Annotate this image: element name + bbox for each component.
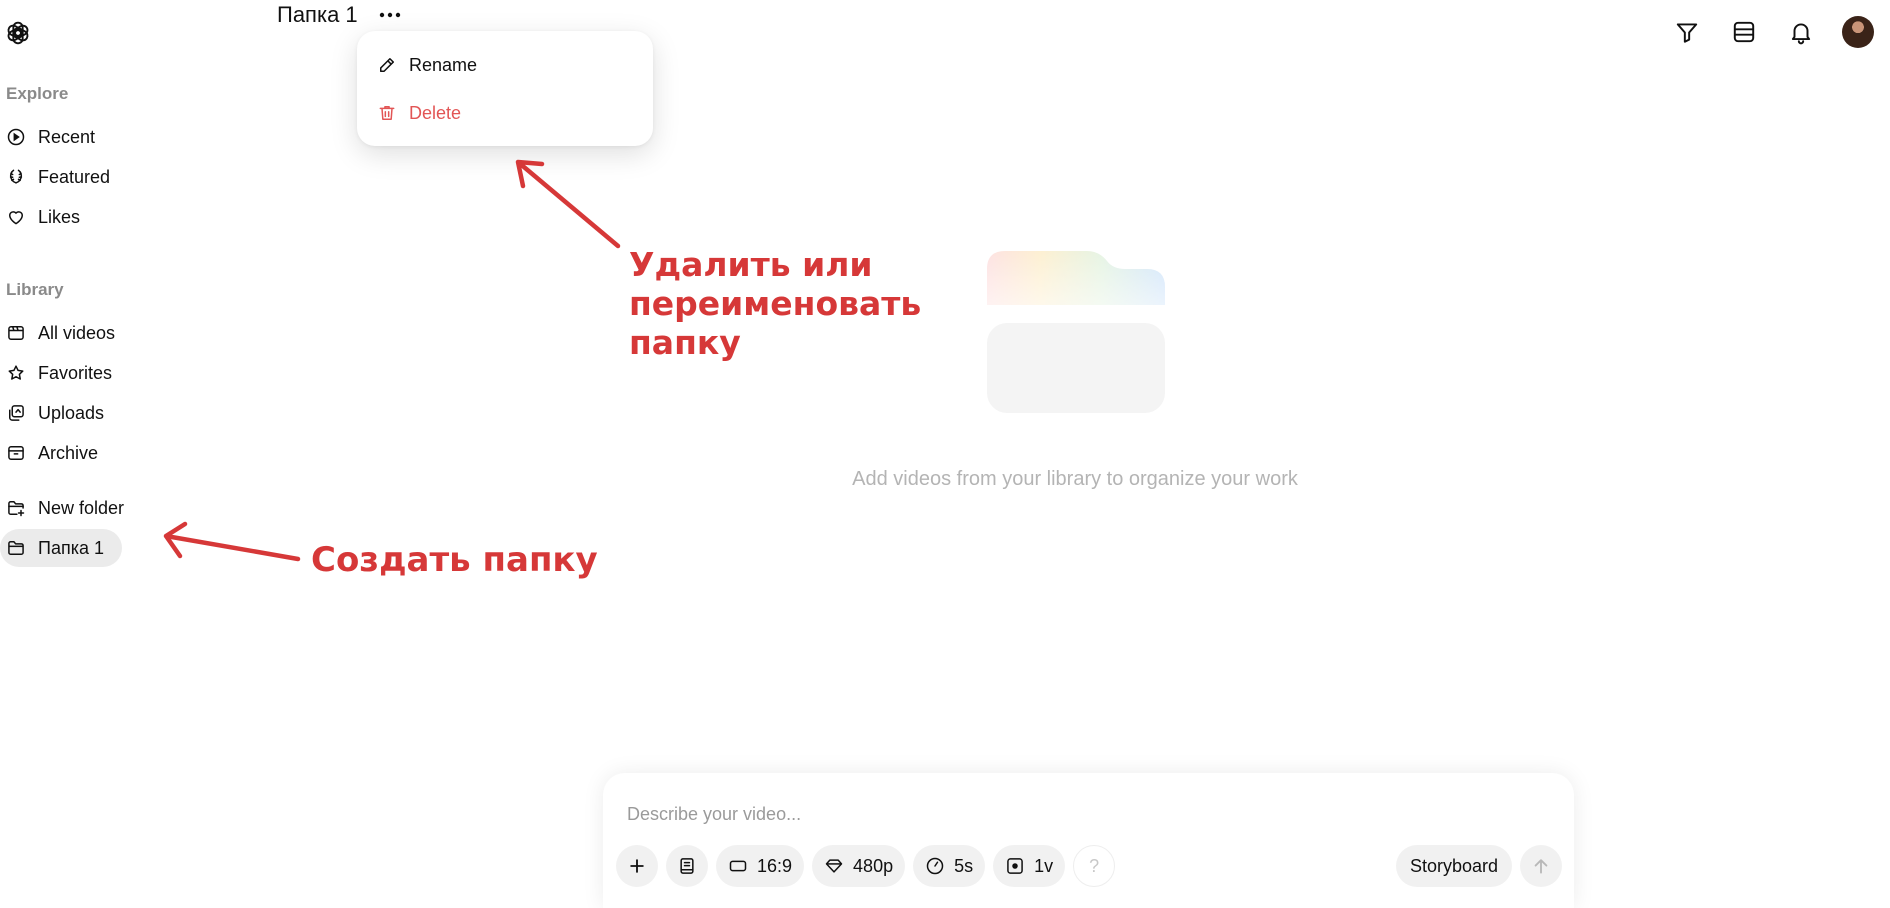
annotation-line: папку <box>629 322 741 362</box>
sidebar-item-label: Featured <box>38 166 111 187</box>
annotation-line: Удалить или <box>629 245 873 284</box>
bell-icon <box>1791 23 1811 45</box>
sidebar-item-label: All videos <box>38 322 116 343</box>
sidebar-item-archive[interactable]: Archive <box>0 434 116 472</box>
prompt-input[interactable] <box>627 799 1527 829</box>
storyboard-button[interactable]: Storyboard <box>1395 845 1512 887</box>
aspect-ratio-selector[interactable]: 16:9 <box>716 845 805 887</box>
composer-actions: Storyboard <box>1395 845 1562 887</box>
presets-button[interactable] <box>666 845 708 887</box>
variations-icon <box>1007 858 1023 874</box>
empty-folder-illustration <box>987 251 1165 413</box>
add-media-button[interactable] <box>616 845 658 887</box>
annotation-arrows <box>163 159 621 562</box>
play-circle-icon <box>7 128 25 146</box>
layout-icon <box>1733 21 1755 43</box>
header-actions <box>1671 16 1874 48</box>
variations-selector[interactable]: 1v <box>993 845 1066 887</box>
folder-icon <box>8 541 24 555</box>
empty-state-message: Add videos from your library to organize… <box>852 468 1298 490</box>
avatar[interactable] <box>1842 16 1874 48</box>
layout-button[interactable] <box>1728 16 1760 48</box>
annotation-line: переименовать <box>629 283 922 323</box>
sidebar-item-label: Папка 1 <box>38 537 104 558</box>
annotation-arrow-menu <box>515 159 621 249</box>
folder-plus-icon <box>8 501 25 517</box>
openai-logo-icon[interactable] <box>4 19 32 47</box>
sidebar-item-label: Archive <box>38 442 99 463</box>
rename-menu-item[interactable]: Rename <box>357 41 653 89</box>
film-icon <box>8 326 24 340</box>
star-icon <box>8 365 24 380</box>
delete-menu-item[interactable]: Delete <box>357 89 653 137</box>
sidebar-item-label: Recent <box>38 126 96 147</box>
duration-selector[interactable]: 5s <box>913 845 986 887</box>
sidebar-item-featured[interactable]: Featured <box>0 158 128 196</box>
diamond-icon <box>825 859 843 873</box>
submit-button[interactable] <box>1520 845 1562 887</box>
plus-icon <box>630 859 644 873</box>
sidebar-item-recent[interactable]: Recent <box>0 118 113 156</box>
resolution-value: 480p <box>853 855 894 876</box>
resolution-selector[interactable]: 480p <box>812 845 906 887</box>
laurel-icon <box>9 169 23 184</box>
explore-section-label: Explore <box>6 84 69 103</box>
sidebar-item-likes[interactable]: Likes <box>0 198 98 236</box>
help-button[interactable]: ? <box>1073 845 1116 887</box>
heart-icon <box>9 211 23 225</box>
variations-value: 1v <box>1034 855 1054 876</box>
sidebar-item-uploads[interactable]: Uploads <box>0 394 122 432</box>
folder-more-button[interactable] <box>372 2 408 28</box>
annotation-arrow-folder <box>163 521 301 562</box>
folder-options-menu: Rename Delete <box>357 31 653 146</box>
prompt-composer: 16:9 480p 5s 1v ? Storyboard <box>603 773 1574 908</box>
trash-icon <box>379 106 395 120</box>
rename-label: Rename <box>409 54 478 75</box>
sidebar-folder-papka-1[interactable]: Папка 1 <box>0 529 122 567</box>
filter-icon <box>1676 23 1698 43</box>
sidebar-item-all-videos[interactable]: All videos <box>0 314 133 352</box>
sidebar-item-label: Uploads <box>38 402 105 423</box>
archive-icon <box>8 446 24 460</box>
page-title: Папка 1 <box>277 2 358 27</box>
annotation-menu-note: Удалить или переименовать папку <box>629 245 969 363</box>
filter-button[interactable] <box>1671 16 1703 48</box>
upload-icon <box>9 405 24 421</box>
pencil-icon <box>380 58 394 72</box>
sidebar-item-favorites[interactable]: Favorites <box>0 354 130 392</box>
new-folder-button[interactable]: New folder <box>0 489 142 527</box>
aspect-ratio-icon <box>729 860 747 872</box>
aspect-ratio-value: 16:9 <box>757 855 793 876</box>
clock-icon <box>926 857 944 875</box>
annotation-create-folder-note: Создать папку <box>311 540 598 580</box>
library-section-label: Library <box>6 280 64 299</box>
sidebar-item-label: Favorites <box>38 362 113 383</box>
book-icon <box>680 858 694 874</box>
sidebar-item-label: Likes <box>38 206 81 227</box>
notifications-button[interactable] <box>1785 16 1817 48</box>
new-folder-label: New folder <box>38 497 125 518</box>
duration-value: 5s <box>954 855 974 876</box>
more-horizontal-icon <box>379 12 401 18</box>
arrow-up-icon <box>1534 859 1548 874</box>
delete-label: Delete <box>409 102 462 123</box>
composer-options: 16:9 480p 5s 1v ? <box>616 845 1116 887</box>
